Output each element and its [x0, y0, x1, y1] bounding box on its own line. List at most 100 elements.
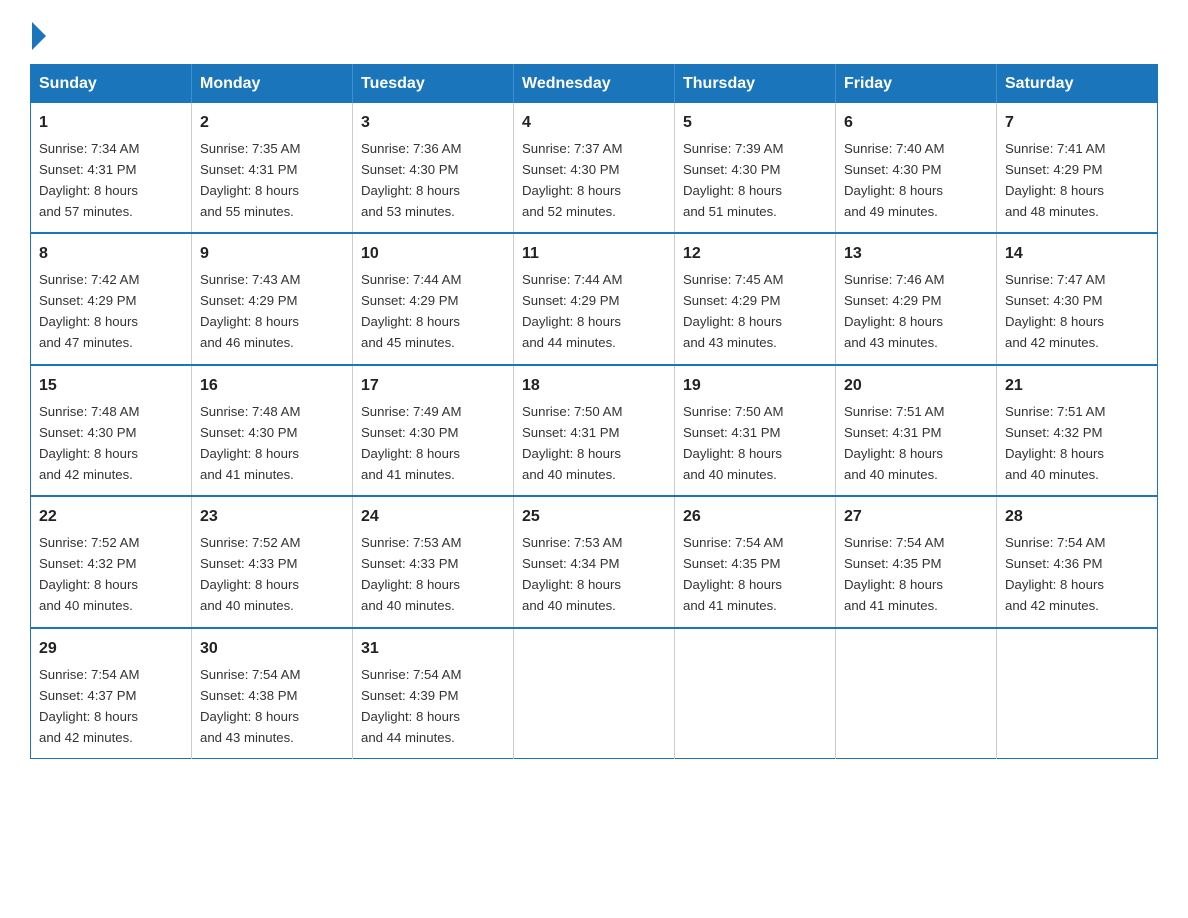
day-info: Sunrise: 7:46 AMSunset: 4:29 PMDaylight:… — [844, 272, 944, 350]
day-info: Sunrise: 7:41 AMSunset: 4:29 PMDaylight:… — [1005, 141, 1105, 219]
calendar-table: SundayMondayTuesdayWednesdayThursdayFrid… — [30, 64, 1158, 759]
day-cell-14: 14 Sunrise: 7:47 AMSunset: 4:30 PMDaylig… — [997, 233, 1158, 364]
day-cell-4: 4 Sunrise: 7:37 AMSunset: 4:30 PMDayligh… — [514, 103, 675, 233]
day-number: 11 — [522, 242, 666, 267]
week-row-4: 22 Sunrise: 7:52 AMSunset: 4:32 PMDaylig… — [31, 496, 1158, 627]
day-number: 28 — [1005, 505, 1149, 530]
day-number: 12 — [683, 242, 827, 267]
day-cell-24: 24 Sunrise: 7:53 AMSunset: 4:33 PMDaylig… — [353, 496, 514, 627]
day-info: Sunrise: 7:54 AMSunset: 4:35 PMDaylight:… — [844, 535, 944, 613]
day-cell-30: 30 Sunrise: 7:54 AMSunset: 4:38 PMDaylig… — [192, 628, 353, 759]
day-info: Sunrise: 7:34 AMSunset: 4:31 PMDaylight:… — [39, 141, 139, 219]
day-info: Sunrise: 7:40 AMSunset: 4:30 PMDaylight:… — [844, 141, 944, 219]
day-cell-16: 16 Sunrise: 7:48 AMSunset: 4:30 PMDaylig… — [192, 365, 353, 496]
day-number: 23 — [200, 505, 344, 530]
day-number: 25 — [522, 505, 666, 530]
day-number: 5 — [683, 111, 827, 136]
day-number: 4 — [522, 111, 666, 136]
day-cell-7: 7 Sunrise: 7:41 AMSunset: 4:29 PMDayligh… — [997, 103, 1158, 233]
day-cell-9: 9 Sunrise: 7:43 AMSunset: 4:29 PMDayligh… — [192, 233, 353, 364]
weekday-row: SundayMondayTuesdayWednesdayThursdayFrid… — [31, 65, 1158, 104]
day-number: 24 — [361, 505, 505, 530]
day-number: 3 — [361, 111, 505, 136]
day-info: Sunrise: 7:54 AMSunset: 4:36 PMDaylight:… — [1005, 535, 1105, 613]
empty-cell — [514, 628, 675, 759]
day-info: Sunrise: 7:45 AMSunset: 4:29 PMDaylight:… — [683, 272, 783, 350]
day-number: 31 — [361, 637, 505, 662]
day-cell-5: 5 Sunrise: 7:39 AMSunset: 4:30 PMDayligh… — [675, 103, 836, 233]
day-info: Sunrise: 7:37 AMSunset: 4:30 PMDaylight:… — [522, 141, 622, 219]
empty-cell — [836, 628, 997, 759]
empty-cell — [675, 628, 836, 759]
day-info: Sunrise: 7:47 AMSunset: 4:30 PMDaylight:… — [1005, 272, 1105, 350]
day-info: Sunrise: 7:52 AMSunset: 4:33 PMDaylight:… — [200, 535, 300, 613]
day-cell-19: 19 Sunrise: 7:50 AMSunset: 4:31 PMDaylig… — [675, 365, 836, 496]
calendar-body: 1 Sunrise: 7:34 AMSunset: 4:31 PMDayligh… — [31, 103, 1158, 759]
day-info: Sunrise: 7:54 AMSunset: 4:35 PMDaylight:… — [683, 535, 783, 613]
day-number: 2 — [200, 111, 344, 136]
day-number: 7 — [1005, 111, 1149, 136]
day-cell-21: 21 Sunrise: 7:51 AMSunset: 4:32 PMDaylig… — [997, 365, 1158, 496]
day-info: Sunrise: 7:52 AMSunset: 4:32 PMDaylight:… — [39, 535, 139, 613]
day-number: 6 — [844, 111, 988, 136]
day-cell-25: 25 Sunrise: 7:53 AMSunset: 4:34 PMDaylig… — [514, 496, 675, 627]
day-info: Sunrise: 7:54 AMSunset: 4:38 PMDaylight:… — [200, 667, 300, 745]
day-info: Sunrise: 7:50 AMSunset: 4:31 PMDaylight:… — [683, 404, 783, 482]
day-number: 8 — [39, 242, 183, 267]
weekday-tuesday: Tuesday — [353, 65, 514, 104]
day-cell-3: 3 Sunrise: 7:36 AMSunset: 4:30 PMDayligh… — [353, 103, 514, 233]
day-info: Sunrise: 7:48 AMSunset: 4:30 PMDaylight:… — [200, 404, 300, 482]
day-info: Sunrise: 7:48 AMSunset: 4:30 PMDaylight:… — [39, 404, 139, 482]
day-info: Sunrise: 7:44 AMSunset: 4:29 PMDaylight:… — [361, 272, 461, 350]
page-header — [30, 20, 1158, 46]
weekday-friday: Friday — [836, 65, 997, 104]
day-cell-22: 22 Sunrise: 7:52 AMSunset: 4:32 PMDaylig… — [31, 496, 192, 627]
day-number: 26 — [683, 505, 827, 530]
day-cell-15: 15 Sunrise: 7:48 AMSunset: 4:30 PMDaylig… — [31, 365, 192, 496]
day-number: 18 — [522, 374, 666, 399]
day-info: Sunrise: 7:43 AMSunset: 4:29 PMDaylight:… — [200, 272, 300, 350]
day-number: 22 — [39, 505, 183, 530]
day-number: 30 — [200, 637, 344, 662]
day-info: Sunrise: 7:35 AMSunset: 4:31 PMDaylight:… — [200, 141, 300, 219]
week-row-1: 1 Sunrise: 7:34 AMSunset: 4:31 PMDayligh… — [31, 103, 1158, 233]
day-info: Sunrise: 7:53 AMSunset: 4:34 PMDaylight:… — [522, 535, 622, 613]
weekday-wednesday: Wednesday — [514, 65, 675, 104]
day-number: 21 — [1005, 374, 1149, 399]
day-cell-12: 12 Sunrise: 7:45 AMSunset: 4:29 PMDaylig… — [675, 233, 836, 364]
calendar-header: SundayMondayTuesdayWednesdayThursdayFrid… — [31, 65, 1158, 104]
day-number: 1 — [39, 111, 183, 136]
day-number: 19 — [683, 374, 827, 399]
day-cell-8: 8 Sunrise: 7:42 AMSunset: 4:29 PMDayligh… — [31, 233, 192, 364]
day-cell-20: 20 Sunrise: 7:51 AMSunset: 4:31 PMDaylig… — [836, 365, 997, 496]
day-number: 9 — [200, 242, 344, 267]
logo-arrow-icon — [32, 22, 46, 50]
day-info: Sunrise: 7:36 AMSunset: 4:30 PMDaylight:… — [361, 141, 461, 219]
week-row-5: 29 Sunrise: 7:54 AMSunset: 4:37 PMDaylig… — [31, 628, 1158, 759]
day-cell-11: 11 Sunrise: 7:44 AMSunset: 4:29 PMDaylig… — [514, 233, 675, 364]
day-info: Sunrise: 7:54 AMSunset: 4:37 PMDaylight:… — [39, 667, 139, 745]
day-cell-23: 23 Sunrise: 7:52 AMSunset: 4:33 PMDaylig… — [192, 496, 353, 627]
day-cell-29: 29 Sunrise: 7:54 AMSunset: 4:37 PMDaylig… — [31, 628, 192, 759]
day-cell-13: 13 Sunrise: 7:46 AMSunset: 4:29 PMDaylig… — [836, 233, 997, 364]
day-cell-10: 10 Sunrise: 7:44 AMSunset: 4:29 PMDaylig… — [353, 233, 514, 364]
day-cell-27: 27 Sunrise: 7:54 AMSunset: 4:35 PMDaylig… — [836, 496, 997, 627]
day-info: Sunrise: 7:53 AMSunset: 4:33 PMDaylight:… — [361, 535, 461, 613]
day-info: Sunrise: 7:44 AMSunset: 4:29 PMDaylight:… — [522, 272, 622, 350]
week-row-3: 15 Sunrise: 7:48 AMSunset: 4:30 PMDaylig… — [31, 365, 1158, 496]
day-number: 15 — [39, 374, 183, 399]
day-number: 16 — [200, 374, 344, 399]
day-cell-28: 28 Sunrise: 7:54 AMSunset: 4:36 PMDaylig… — [997, 496, 1158, 627]
day-cell-18: 18 Sunrise: 7:50 AMSunset: 4:31 PMDaylig… — [514, 365, 675, 496]
day-number: 20 — [844, 374, 988, 399]
day-cell-26: 26 Sunrise: 7:54 AMSunset: 4:35 PMDaylig… — [675, 496, 836, 627]
day-number: 14 — [1005, 242, 1149, 267]
day-info: Sunrise: 7:50 AMSunset: 4:31 PMDaylight:… — [522, 404, 622, 482]
day-cell-31: 31 Sunrise: 7:54 AMSunset: 4:39 PMDaylig… — [353, 628, 514, 759]
day-info: Sunrise: 7:42 AMSunset: 4:29 PMDaylight:… — [39, 272, 139, 350]
logo — [30, 20, 46, 46]
day-number: 29 — [39, 637, 183, 662]
day-info: Sunrise: 7:51 AMSunset: 4:32 PMDaylight:… — [1005, 404, 1105, 482]
day-number: 13 — [844, 242, 988, 267]
weekday-monday: Monday — [192, 65, 353, 104]
